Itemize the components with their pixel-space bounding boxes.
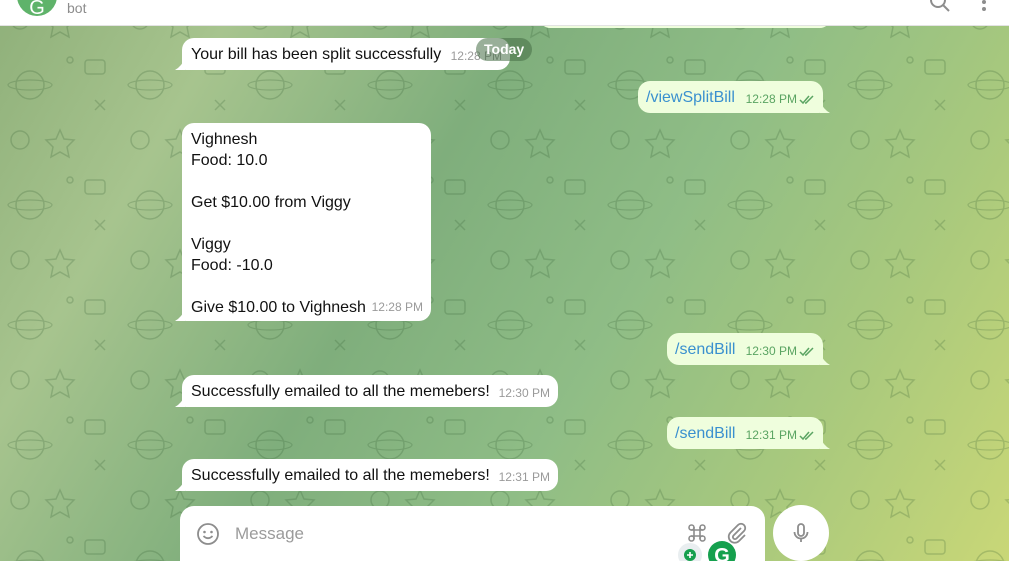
attach-icon[interactable]	[725, 521, 749, 545]
message-time: 12:31 PM	[746, 425, 815, 446]
bubble-tail	[175, 395, 185, 407]
chat-subtitle: bot	[67, 0, 87, 16]
emoji-icon[interactable]	[196, 522, 220, 546]
message-outgoing[interactable]: /viewSplitBill 12:28 PM	[638, 81, 830, 113]
message-outgoing[interactable]: /sendBill 12:31 PM	[667, 417, 830, 449]
message-text: Your bill has been split successfully	[191, 46, 442, 63]
grammarly-icon[interactable]: G	[708, 541, 736, 561]
voice-record-button[interactable]	[773, 505, 829, 561]
message-text: Vighnesh Food: 10.0 Get $10.00 from Vigg…	[191, 131, 366, 316]
message-time: 12:28 PM	[746, 89, 815, 110]
read-check-icon	[799, 431, 814, 441]
search-icon[interactable]	[928, 0, 952, 14]
command-link[interactable]: /sendBill	[675, 423, 735, 444]
bubble-tail	[175, 309, 185, 321]
message-time: 12:30 PM	[498, 386, 550, 400]
command-link[interactable]: /sendBill	[675, 339, 735, 360]
extension-add-icon[interactable]	[678, 543, 702, 561]
command-icon[interactable]	[685, 521, 709, 545]
message-incoming[interactable]: Your bill has been split successfully 12…	[175, 38, 510, 70]
time-label: 12:31 PM	[745, 428, 797, 442]
microphone-icon	[793, 523, 809, 542]
bubble-tail	[820, 437, 830, 449]
message-time: 12:28 PM	[371, 300, 423, 314]
read-check-icon	[799, 347, 814, 357]
date-separator: Today	[476, 38, 533, 61]
message-time: 12:31 PM	[498, 470, 550, 484]
bubble-tail	[175, 479, 185, 491]
command-link[interactable]: /viewSplitBill	[646, 87, 735, 108]
message-time: 12:30 PM	[746, 341, 815, 362]
bubble-tail	[820, 353, 830, 365]
bubble-tail	[175, 58, 185, 70]
message-text: Successfully emailed to all the memebers…	[191, 383, 490, 400]
message-incoming[interactable]: Successfully emailed to all the memebers…	[175, 375, 558, 407]
message-incoming[interactable]: Successfully emailed to all the memebers…	[175, 459, 558, 491]
time-label: 12:28 PM	[745, 92, 797, 106]
message-input[interactable]: Message	[235, 524, 304, 544]
message-incoming[interactable]: Vighnesh Food: 10.0 Get $10.00 from Vigg…	[175, 123, 431, 321]
chat-header: G bot	[0, 0, 1009, 26]
message-text: Successfully emailed to all the memebers…	[191, 467, 490, 484]
avatar[interactable]: G	[17, 0, 57, 19]
message-outgoing[interactable]: /sendBill 12:30 PM	[667, 333, 830, 365]
more-vertical-icon[interactable]	[972, 0, 996, 14]
read-check-icon	[799, 95, 814, 105]
time-label: 12:30 PM	[745, 344, 797, 358]
bubble-tail	[820, 101, 830, 113]
